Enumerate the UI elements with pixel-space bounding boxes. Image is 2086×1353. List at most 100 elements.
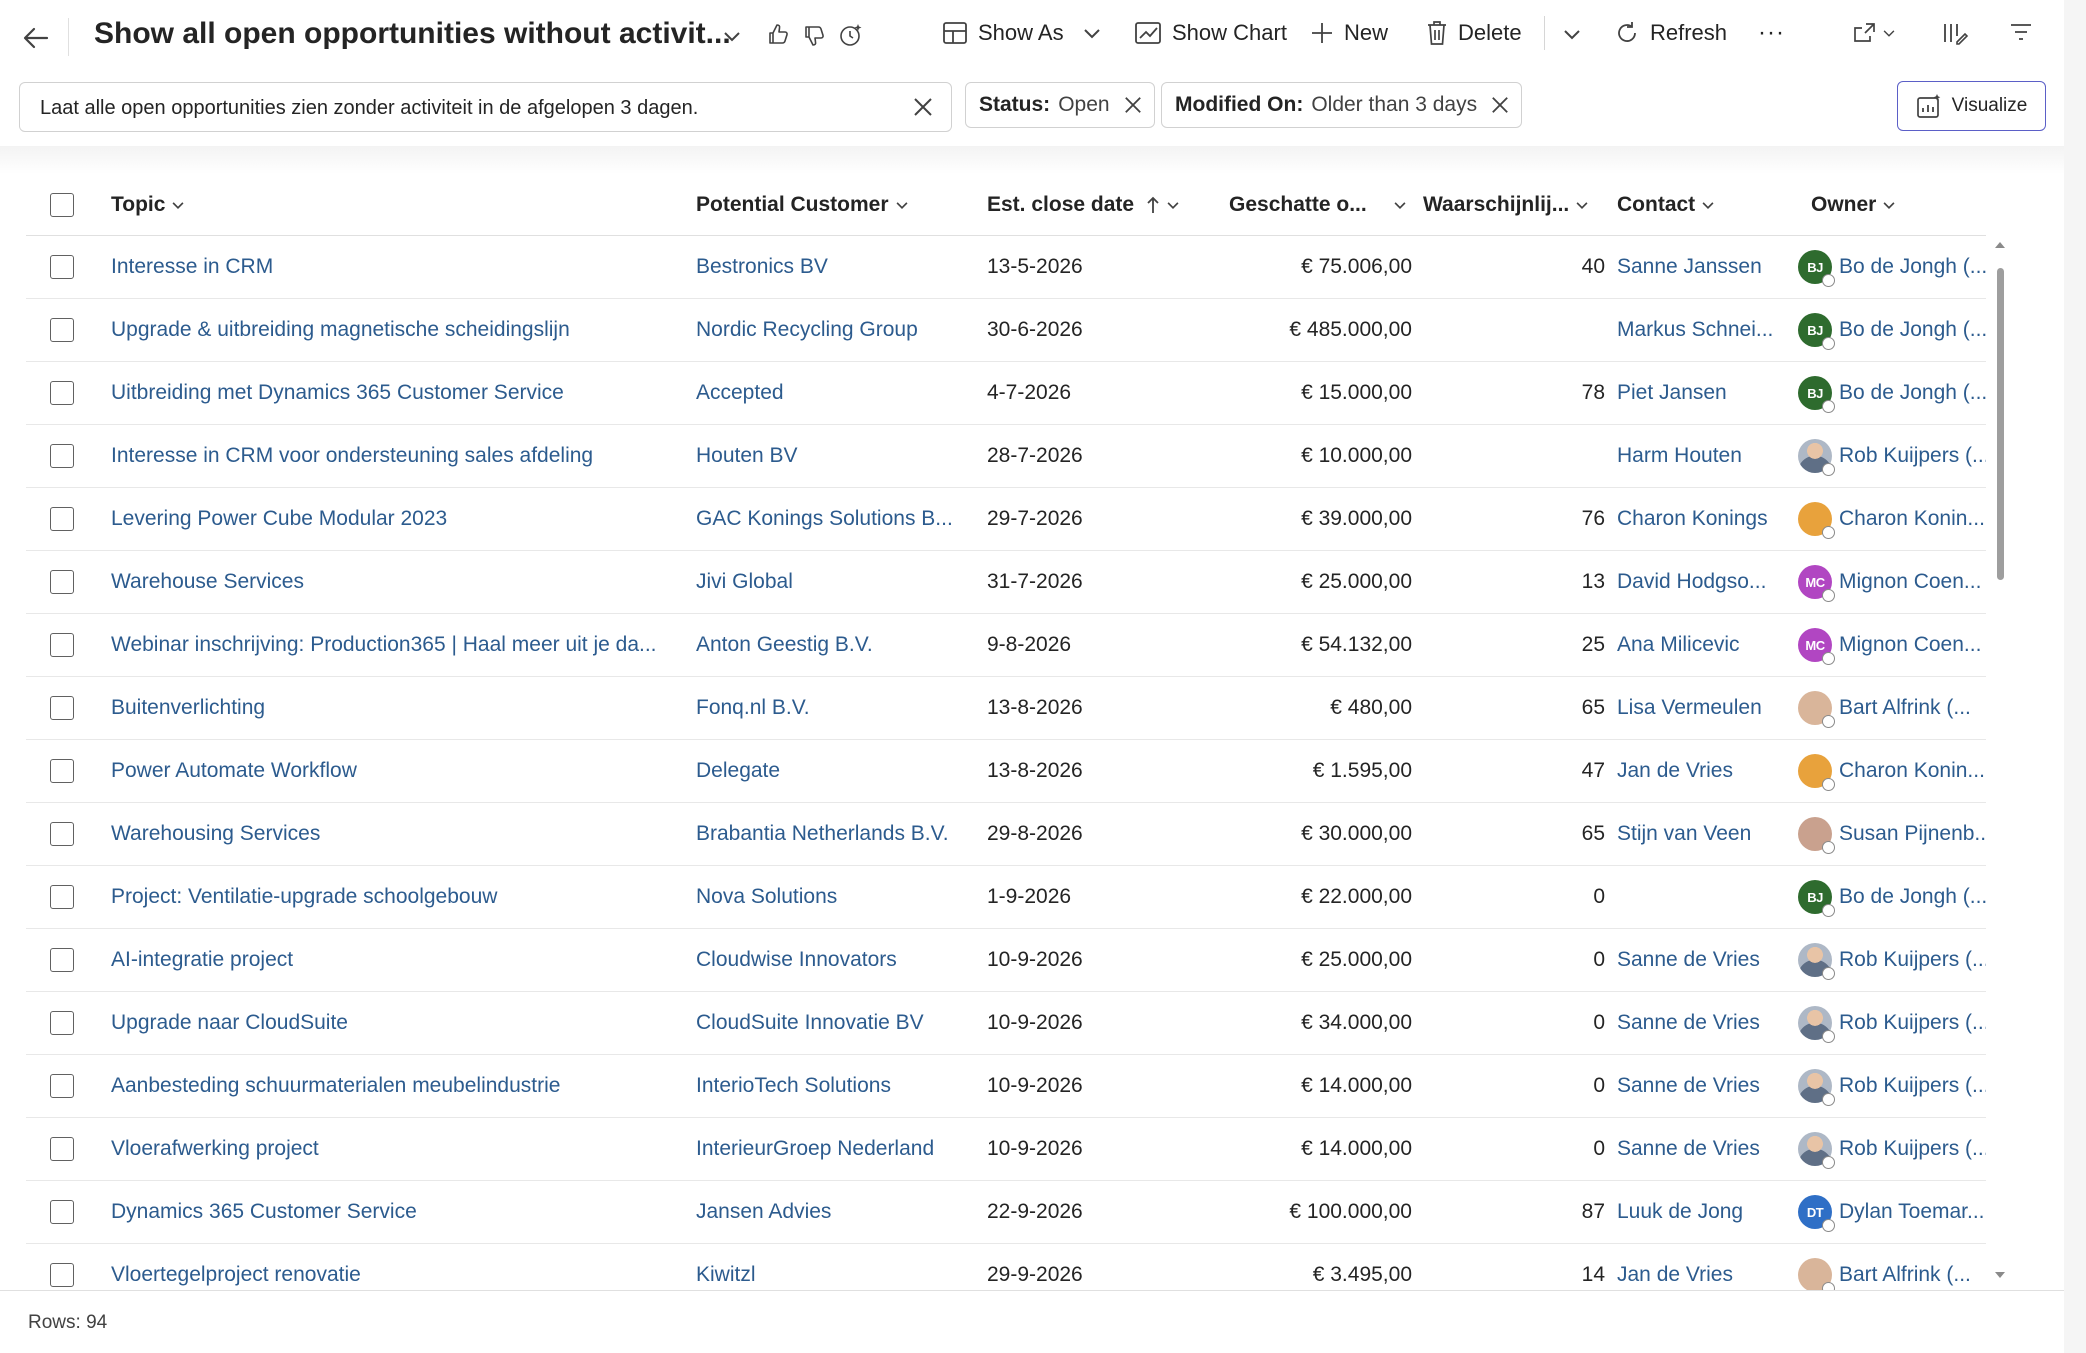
customer-link[interactable]: Houten BV: [696, 425, 976, 487]
topic-link[interactable]: Upgrade naar CloudSuite: [111, 992, 681, 1054]
contact-link[interactable]: David Hodgso...: [1617, 551, 1797, 613]
table-row[interactable]: Interesse in CRM voor ondersteuning sale…: [26, 425, 1986, 488]
owner-link[interactable]: Rob Kuijpers (...: [1839, 1011, 1986, 1035]
contact-link[interactable]: Sanne de Vries: [1617, 1118, 1797, 1180]
contact-link[interactable]: Stijn van Veen: [1617, 803, 1797, 865]
owner-link[interactable]: Rob Kuijpers (...: [1839, 1074, 1986, 1098]
owner-cell[interactable]: Bart Alfrink (...: [1798, 677, 1986, 739]
back-button[interactable]: [18, 20, 54, 56]
table-row[interactable]: Power Automate Workflow Delegate 13-8-2026…: [26, 740, 1986, 803]
owner-cell[interactable]: Charon Konin...: [1798, 488, 1986, 550]
topic-link[interactable]: Warehousing Services: [111, 803, 681, 865]
contact-link[interactable]: Sanne de Vries: [1617, 929, 1797, 991]
row-checkbox[interactable]: [50, 1137, 74, 1161]
share-button[interactable]: [1852, 14, 1896, 52]
customer-link[interactable]: GAC Konings Solutions B...: [696, 488, 976, 550]
customer-link[interactable]: InterioTech Solutions: [696, 1055, 976, 1117]
owner-cell[interactable]: Bart Alfrink (...: [1798, 1244, 1986, 1290]
topic-link[interactable]: Dynamics 365 Customer Service: [111, 1181, 681, 1243]
row-checkbox[interactable]: [50, 948, 74, 972]
customer-link[interactable]: InterieurGroep Nederland: [696, 1118, 976, 1180]
edit-columns-icon[interactable]: [1941, 19, 1969, 47]
owner-link[interactable]: Rob Kuijpers (...: [1839, 444, 1986, 468]
owner-cell[interactable]: Rob Kuijpers (...: [1798, 1118, 1986, 1180]
owner-link[interactable]: Charon Konin...: [1839, 507, 1985, 531]
row-checkbox[interactable]: [50, 570, 74, 594]
owner-cell[interactable]: Rob Kuijpers (...: [1798, 425, 1986, 487]
table-row[interactable]: Dynamics 365 Customer Service Jansen Advi…: [26, 1181, 1986, 1244]
owner-link[interactable]: Bo de Jongh (...: [1839, 885, 1986, 909]
close-icon[interactable]: [1491, 96, 1509, 114]
row-checkbox[interactable]: [50, 633, 74, 657]
chevron-down-icon[interactable]: [722, 26, 742, 46]
owner-link[interactable]: Bo de Jongh (...: [1839, 255, 1986, 279]
contact-link[interactable]: Piet Jansen: [1617, 362, 1797, 424]
customer-link[interactable]: Jivi Global: [696, 551, 976, 613]
select-all-checkbox[interactable]: [50, 193, 74, 217]
row-checkbox[interactable]: [50, 885, 74, 909]
owner-cell[interactable]: BJ Bo de Jongh (...: [1798, 866, 1986, 928]
close-icon[interactable]: [913, 97, 933, 117]
topic-link[interactable]: Project: Ventilatie-upgrade schoolgebouw: [111, 866, 681, 928]
table-row[interactable]: Webinar inschrijving: Production365 | Ha…: [26, 614, 1986, 677]
topic-link[interactable]: Warehouse Services: [111, 551, 681, 613]
table-row[interactable]: Interesse in CRM Bestronics BV 13-5-2026 € …: [26, 236, 1986, 299]
owner-cell[interactable]: Susan Pijnenb...: [1798, 803, 1986, 865]
topic-link[interactable]: Uitbreiding met Dynamics 365 Customer Se…: [111, 362, 681, 424]
topic-link[interactable]: Levering Power Cube Modular 2023: [111, 488, 681, 550]
owner-link[interactable]: Rob Kuijpers (...: [1839, 1137, 1986, 1161]
customer-link[interactable]: Fonq.nl B.V.: [696, 677, 976, 739]
copilot-sparkle-icon[interactable]: [838, 22, 864, 48]
customer-link[interactable]: Kiwitzl: [696, 1244, 976, 1290]
customer-link[interactable]: Delegate: [696, 740, 976, 802]
topic-link[interactable]: Power Automate Workflow: [111, 740, 681, 802]
topic-link[interactable]: Interesse in CRM: [111, 236, 681, 298]
column-header-contact[interactable]: Contact: [1617, 174, 1715, 236]
filter-icon[interactable]: [2008, 19, 2034, 45]
owner-cell[interactable]: BJ Bo de Jongh (...: [1798, 362, 1986, 424]
row-checkbox[interactable]: [50, 1011, 74, 1035]
contact-link[interactable]: Lisa Vermeulen: [1617, 677, 1797, 739]
row-checkbox[interactable]: [50, 759, 74, 783]
row-checkbox[interactable]: [50, 1200, 74, 1224]
owner-link[interactable]: Susan Pijnenb...: [1839, 822, 1986, 846]
owner-link[interactable]: Mignon Coen...: [1839, 633, 1981, 657]
owner-link[interactable]: Bart Alfrink (...: [1839, 696, 1971, 720]
column-header-geschatte-omzet[interactable]: Geschatte o...: [1229, 174, 1416, 236]
topic-link[interactable]: Vloertegelproject renovatie: [111, 1244, 681, 1290]
topic-link[interactable]: Vloerafwerking project: [111, 1118, 681, 1180]
table-row[interactable]: AI-integratie project Cloudwise Innovator…: [26, 929, 1986, 992]
contact-link[interactable]: Sanne Janssen: [1617, 236, 1797, 298]
owner-cell[interactable]: MC Mignon Coen...: [1798, 551, 1986, 613]
chevron-down-icon[interactable]: [1562, 24, 1582, 44]
table-row[interactable]: Vloerafwerking project InterieurGroep Ned…: [26, 1118, 1986, 1181]
customer-link[interactable]: Brabantia Netherlands B.V.: [696, 803, 976, 865]
topic-link[interactable]: Buitenverlichting: [111, 677, 681, 739]
contact-link[interactable]: Markus Schnei...: [1617, 299, 1797, 361]
table-row[interactable]: Buitenverlichting Fonq.nl B.V. 13-8-2026 € …: [26, 677, 1986, 740]
owner-link[interactable]: Charon Konin...: [1839, 759, 1985, 783]
more-commands-button[interactable]: ···: [1758, 14, 1785, 52]
table-row[interactable]: Project: Ventilatie-upgrade schoolgebouw…: [26, 866, 1986, 929]
row-checkbox[interactable]: [50, 507, 74, 531]
table-row[interactable]: Warehousing Services Brabantia Netherland…: [26, 803, 1986, 866]
customer-link[interactable]: Nordic Recycling Group: [696, 299, 976, 361]
owner-link[interactable]: Dylan Toemar...: [1839, 1200, 1985, 1224]
column-header-owner[interactable]: Owner: [1811, 174, 1896, 236]
contact-link[interactable]: Jan de Vries: [1617, 740, 1797, 802]
view-title[interactable]: Show all open opportunities without acti…: [94, 17, 731, 51]
filter-chip-status[interactable]: Status: Open: [965, 82, 1155, 128]
column-header-est-close-date[interactable]: Est. close date: [987, 174, 1180, 236]
table-row[interactable]: Aanbesteding schuurmaterialen meubelindu…: [26, 1055, 1986, 1118]
customer-link[interactable]: CloudSuite Innovatie BV: [696, 992, 976, 1054]
owner-cell[interactable]: Rob Kuijpers (...: [1798, 1055, 1986, 1117]
row-checkbox[interactable]: [50, 444, 74, 468]
topic-link[interactable]: AI-integratie project: [111, 929, 681, 991]
column-header-potential-customer[interactable]: Potential Customer: [696, 174, 909, 236]
visualize-button[interactable]: Visualize: [1897, 81, 2046, 131]
owner-link[interactable]: Bo de Jongh (...: [1839, 318, 1986, 342]
topic-link[interactable]: Aanbesteding schuurmaterialen meubelindu…: [111, 1055, 681, 1117]
owner-cell[interactable]: Rob Kuijpers (...: [1798, 992, 1986, 1054]
contact-link[interactable]: Harm Houten: [1617, 425, 1797, 487]
row-checkbox[interactable]: [50, 696, 74, 720]
